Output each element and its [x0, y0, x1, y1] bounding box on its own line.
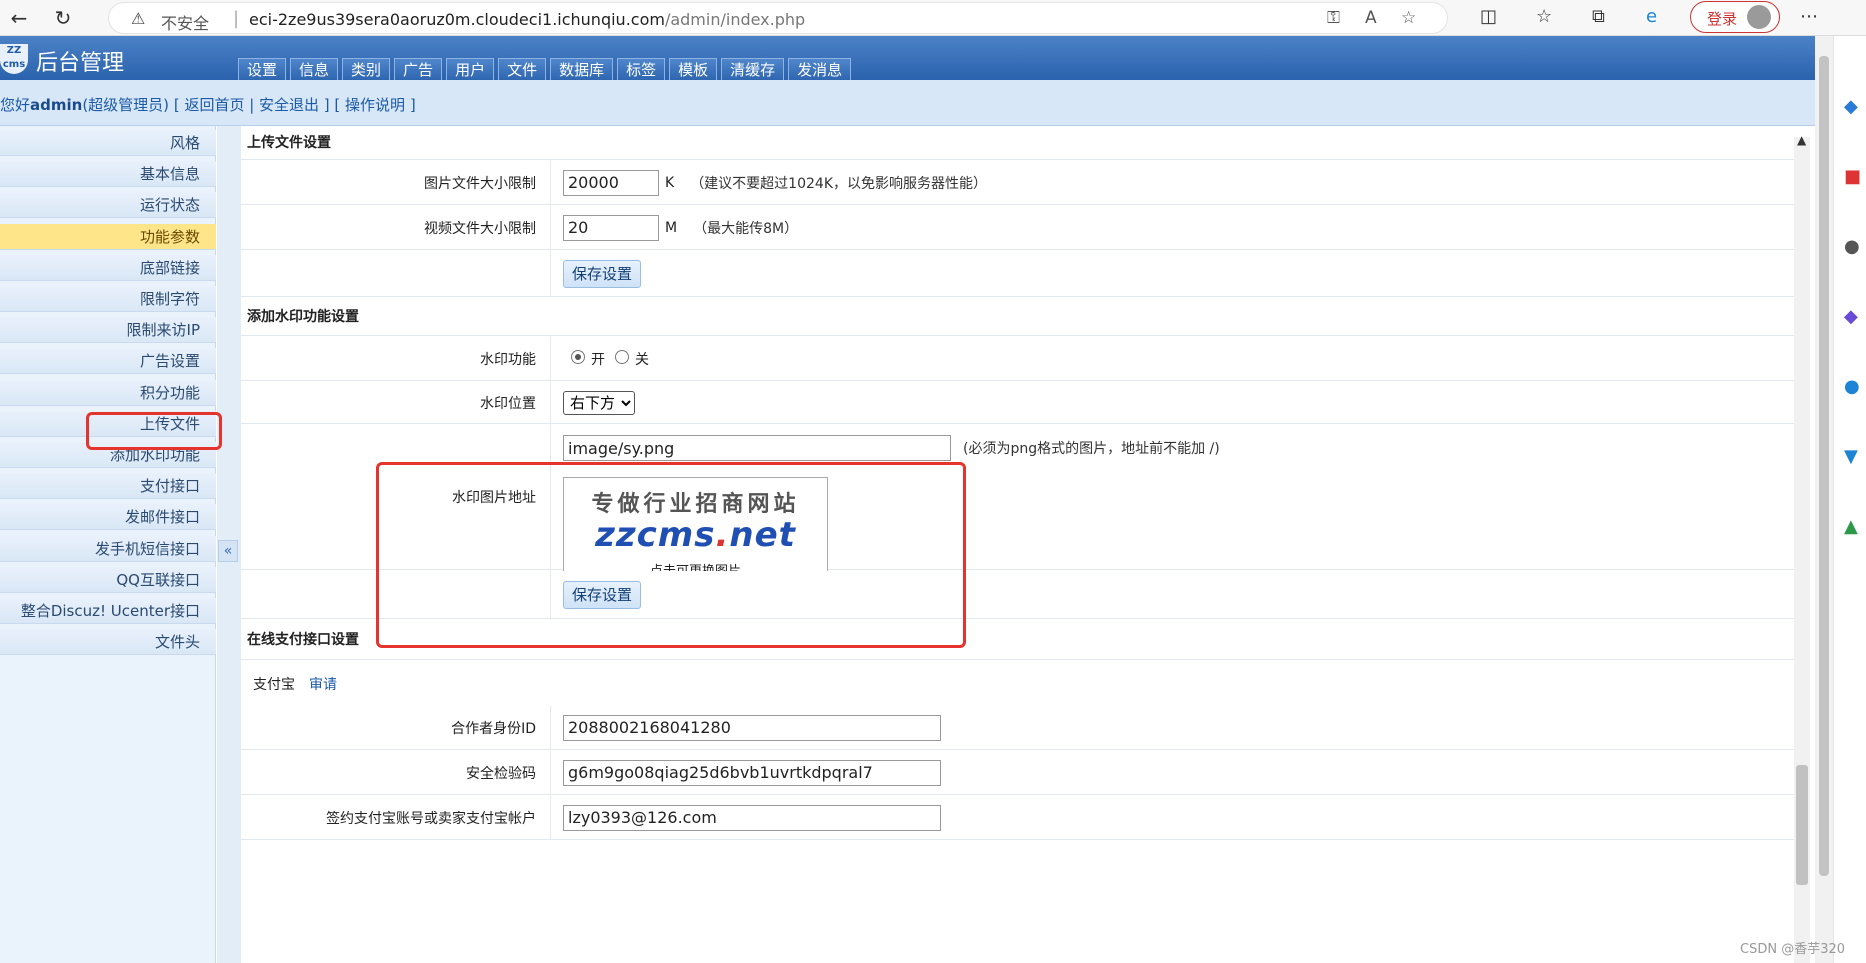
nav-tab[interactable]: 设置: [238, 58, 287, 80]
insecure-label: 不安全: [161, 14, 210, 33]
sidebar-item[interactable]: 运行状态: [0, 192, 216, 219]
nav-tab[interactable]: 清缓存: [721, 58, 785, 80]
split-screen-icon[interactable]: ◫: [1480, 6, 1497, 27]
partner-id-row: 合作者身份ID: [241, 706, 1794, 750]
alipay-row: 支付宝 审请: [241, 661, 1794, 705]
url-text[interactable]: eci-2ze9us39sera0aoruz0m.cloudeci1.ichun…: [249, 10, 805, 29]
sidebar-item[interactable]: 底部链接: [0, 254, 216, 281]
alipay-account-row: 签约支付宝账号或卖家支付宝帐户: [241, 796, 1794, 840]
highlight-upload-menu: [86, 412, 222, 450]
sidebar-item[interactable]: 功能参数: [0, 223, 216, 250]
logo: ZZ cms: [0, 44, 28, 74]
security-key-row: 安全检验码: [241, 751, 1794, 795]
alipay-account-input[interactable]: [563, 804, 941, 831]
page-scrollbar[interactable]: [1815, 36, 1833, 963]
back-icon[interactable]: ←: [6, 5, 32, 31]
sidebar-item[interactable]: 风格: [0, 130, 216, 156]
read-aloud-icon[interactable]: A: [1365, 8, 1377, 28]
security-key-input[interactable]: [563, 759, 941, 786]
img-size-input[interactable]: [563, 169, 659, 196]
avatar: [1747, 5, 1771, 29]
watermark-func-row: 水印功能 开关: [241, 337, 1794, 381]
content-scrollbar[interactable]: [1794, 137, 1810, 963]
more-icon[interactable]: ⋯: [1800, 6, 1818, 27]
browser-toolbar: ← ↻ ⚠ 不安全 | eci-2ze9us39sera0aoruz0m.clo…: [0, 0, 1866, 36]
site-title: 后台管理: [36, 51, 125, 76]
watermark-position-select[interactable]: 右下方: [563, 390, 635, 415]
sidebar-item[interactable]: 限制字符: [0, 286, 216, 312]
nav-tab[interactable]: 信息: [290, 58, 339, 80]
nav-tab[interactable]: 用户: [446, 58, 495, 80]
partner-id-input[interactable]: [563, 714, 941, 741]
sidebar-item[interactable]: 发手机短信接口: [0, 535, 216, 562]
edge-icon[interactable]: e: [1646, 6, 1657, 27]
sidebar-item[interactable]: 广告设置: [0, 348, 216, 375]
sidebar-item[interactable]: 基本信息: [0, 161, 216, 188]
watermark-on-radio[interactable]: [571, 349, 585, 364]
sidebar-item[interactable]: 发邮件接口: [0, 504, 216, 531]
edge-sidebar: ◆ ■ ● ◆ ● ▼ ▲: [1833, 36, 1866, 963]
save-upload-button[interactable]: 保存设置: [563, 259, 642, 288]
watermark-section-heading: 添加水印功能设置: [241, 298, 1794, 336]
watermark-footer: CSDN @香芋320: [1740, 942, 1846, 957]
sidebar-item[interactable]: 积分功能: [0, 379, 216, 406]
app-header: ZZ cms 后台管理 设置 信息 类别 广告 用户 文件 数据库 标签 模板 清缓存 发消息: [0, 36, 1815, 80]
collections-icon[interactable]: ⧉: [1592, 6, 1605, 27]
nav-tab[interactable]: 模板: [669, 58, 718, 80]
user-bar: 您好admin(超级管理员) [ 返回首页 | 安全退出 ] [ 操作说明 ]: [0, 80, 1815, 126]
watermark-off-radio[interactable]: [615, 349, 629, 364]
apply-link[interactable]: 审请: [309, 677, 337, 693]
scroll-up-icon[interactable]: ▲: [1797, 133, 1806, 147]
user-links[interactable]: [ 返回首页 | 安全退出 ] [ 操作说明 ]: [174, 96, 416, 114]
address-bar[interactable]: ⚠ 不安全 | eci-2ze9us39sera0aoruz0m.cloudec…: [108, 2, 1448, 34]
sidebar-item[interactable]: 支付接口: [0, 473, 216, 500]
sidebar-item[interactable]: 限制来访IP: [0, 317, 216, 344]
games-icon[interactable]: ◆: [1844, 306, 1858, 327]
nav-tab[interactable]: 标签: [617, 58, 666, 80]
sidebar-item[interactable]: 整合Discuz! Ucenter接口: [0, 598, 216, 624]
favorite-add-icon[interactable]: ☆: [1401, 8, 1416, 28]
video-size-row: 视频文件大小限制 M（最大能传8M）: [241, 206, 1794, 250]
upload-section-heading: 上传文件设置: [241, 126, 1794, 160]
outlook-icon[interactable]: ●: [1844, 376, 1860, 397]
nav-tab[interactable]: 广告: [394, 58, 443, 80]
key-icon[interactable]: ⚿: [1327, 8, 1340, 28]
login-button[interactable]: 登录: [1690, 1, 1780, 33]
shopping-icon[interactable]: ■: [1844, 166, 1861, 187]
people-icon[interactable]: ●: [1844, 236, 1860, 257]
collapse-sidebar-button[interactable]: «: [218, 540, 238, 562]
watermark-image-input[interactable]: [563, 435, 951, 461]
highlight-watermark-image: [376, 462, 966, 648]
nav-tab[interactable]: 类别: [342, 58, 391, 80]
sidebar: 风格 基本信息 运行状态 功能参数 底部链接 限制字符 限制来访IP 广告设置 积分功能 上传文件…: [0, 126, 216, 963]
sidebar-item[interactable]: QQ互联接口: [0, 566, 216, 593]
nav-tab[interactable]: 发消息: [788, 58, 852, 80]
img-size-row: 图片文件大小限制 K（建议不要超过1024K，以免影响服务器性能）: [241, 161, 1794, 205]
nav-tab[interactable]: 文件: [498, 58, 547, 80]
username: admin: [30, 96, 83, 114]
nav-tab[interactable]: 数据库: [550, 58, 614, 80]
top-nav: 设置 信息 类别 广告 用户 文件 数据库 标签 模板 清缓存 发消息: [238, 58, 855, 80]
video-size-input[interactable]: [563, 214, 659, 241]
favorites-icon[interactable]: ☆: [1536, 6, 1552, 27]
sidebar-item[interactable]: 文件头: [0, 629, 216, 656]
tools-icon[interactable]: ▼: [1844, 446, 1858, 467]
warning-icon: ⚠: [131, 9, 146, 28]
discover-icon[interactable]: ◆: [1844, 96, 1858, 117]
drop-icon[interactable]: ▲: [1844, 516, 1858, 537]
refresh-icon[interactable]: ↻: [50, 5, 76, 31]
watermark-pos-row: 水印位置 右下方: [241, 382, 1794, 424]
